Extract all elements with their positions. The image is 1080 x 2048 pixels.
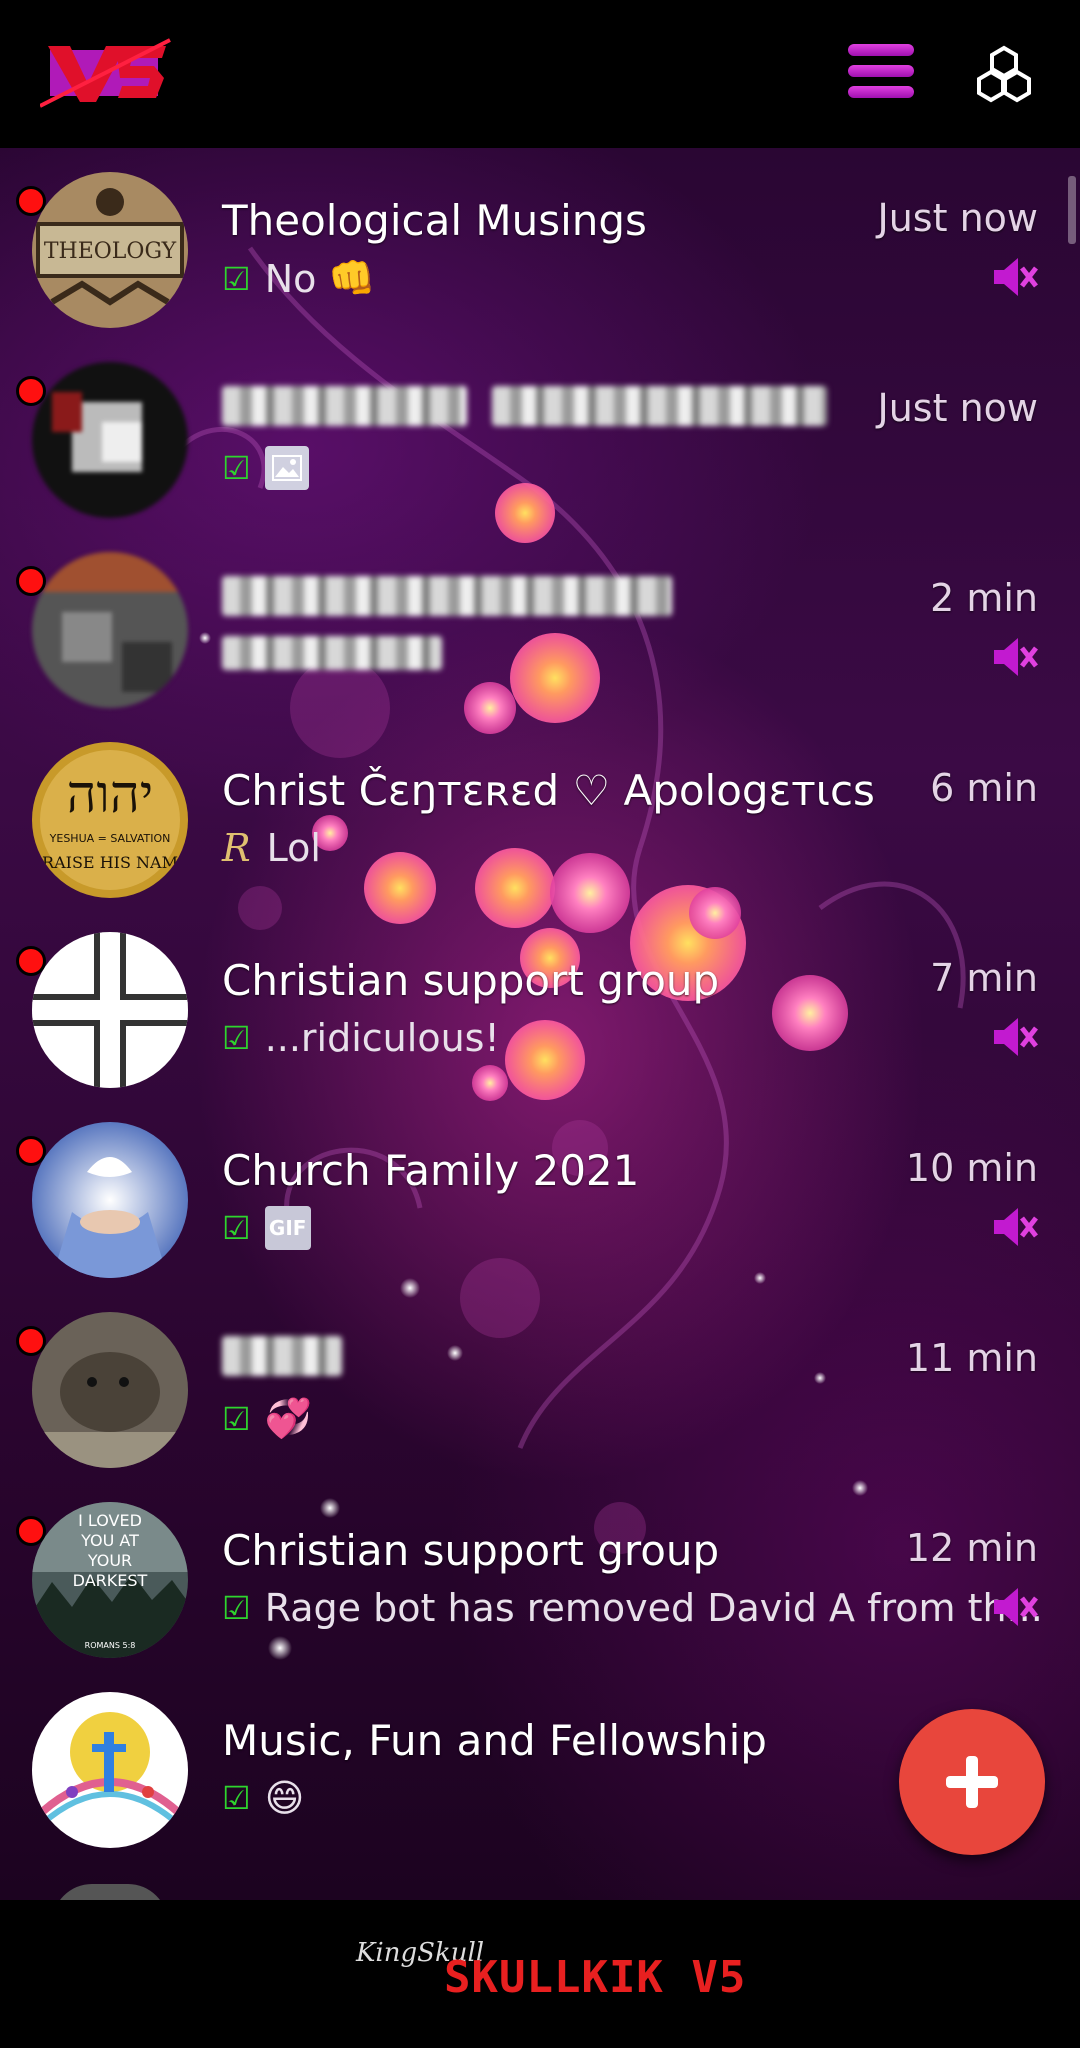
avatar: יהוה YESHUA = SALVATION RAISE HIS NAM (32, 742, 188, 898)
grin-emoji-icon: 😄 (264, 1776, 305, 1820)
avatar: THEOLOGY (32, 172, 188, 328)
chat-time: Just now (877, 386, 1038, 430)
unread-dot (16, 1326, 46, 1356)
chat-time: 11 min (905, 1336, 1038, 1380)
chat-preview: ☑ 💞 (222, 1396, 312, 1441)
chat-row[interactable]: Christian support group 7 min ☑ ...ridic… (0, 908, 1080, 1098)
chat-preview: ☑ ...ridiculous! (222, 1016, 500, 1060)
sent-check-icon: ☑ (222, 449, 251, 487)
gif-badge: GIF (264, 1206, 311, 1250)
unread-dot (16, 1516, 46, 1546)
new-chat-button[interactable]: + (899, 1709, 1045, 1855)
hamburger-menu-icon (848, 44, 914, 98)
chat-preview (222, 636, 442, 670)
fist-emoji-icon: 👊 (328, 256, 376, 300)
muted-speaker-icon (994, 638, 1038, 676)
svg-text:ROMANS 5:8: ROMANS 5:8 (85, 1641, 136, 1650)
chat-time: 12 min (905, 1526, 1038, 1570)
plus-icon (946, 1756, 998, 1808)
bottom-bar: KingSkull SKULLKIK V5 (0, 1900, 1080, 2048)
svg-text:RAISE HIS NAM: RAISE HIS NAM (42, 853, 178, 872)
muted-speaker-icon (994, 1018, 1038, 1056)
chat-time: 7 min (930, 956, 1038, 1000)
chat-row[interactable]: יהוה YESHUA = SALVATION RAISE HIS NAM Ch… (0, 718, 1080, 908)
app-logo[interactable]: V5 (39, 36, 175, 108)
unread-dot (16, 1136, 46, 1166)
sent-check-icon: ☑ (222, 1779, 251, 1817)
chat-title (222, 386, 828, 436)
svg-text:YOU AT: YOU AT (80, 1531, 139, 1550)
chat-preview: ☑ Rage bot has removed David A from th..… (222, 1586, 1043, 1630)
sender-r-icon: R (222, 826, 251, 870)
muted-speaker-icon (994, 1208, 1038, 1246)
svg-text:YOUR: YOUR (87, 1551, 132, 1570)
chat-title (222, 1336, 342, 1386)
avatar (32, 1122, 188, 1278)
chat-row[interactable]: 2 min (0, 528, 1080, 718)
sent-check-icon: ☑ (222, 259, 251, 298)
svg-text:THEOLOGY: THEOLOGY (44, 239, 177, 264)
chat-title: Church Family 2021 (222, 1146, 640, 1195)
chat-title: Christian support group (222, 1526, 720, 1575)
svg-text:I LOVED: I LOVED (78, 1511, 142, 1530)
top-bar: V5 (0, 0, 1080, 148)
unread-dot (16, 946, 46, 976)
chat-title: Christ Čɛŋтɛʀɛd ♡ Apologɛтιcs (222, 766, 875, 815)
chat-row[interactable]: Just now ☑ (0, 338, 1080, 528)
chat-time: 10 min (905, 1146, 1038, 1190)
chat-time: Just now (877, 196, 1038, 240)
chat-preview: ☑ No 👊 (222, 256, 376, 301)
sent-check-icon: ☑ (222, 1399, 251, 1438)
image-icon (264, 446, 309, 490)
muted-speaker-icon (994, 258, 1038, 296)
chat-title: Music, Fun and Fellowship (222, 1716, 767, 1765)
avatar (32, 1312, 188, 1468)
unread-dot (16, 376, 46, 406)
chat-list[interactable]: THEOLOGY Theological Musings Just now ☑ … (0, 148, 1080, 1900)
chat-title: Theological Musings (222, 196, 647, 245)
avatar (32, 362, 188, 518)
sent-check-icon: ☑ (222, 1589, 251, 1627)
chat-time: 6 min (930, 766, 1038, 810)
chat-preview: ☑ GIF (222, 1206, 311, 1250)
svg-text:DARKEST: DARKEST (73, 1571, 148, 1590)
unread-dot (16, 566, 46, 596)
avatar: I LOVED YOU AT YOUR DARKEST ROMANS 5:8 (32, 1502, 188, 1658)
sent-check-icon: ☑ (222, 1209, 251, 1247)
hexagon-cluster-icon (977, 45, 1031, 103)
chat-preview: ☑ 😄 (222, 1776, 304, 1820)
chat-title: Christian support group (222, 956, 720, 1005)
svg-text:יהוה: יהוה (67, 765, 154, 825)
hexagon-cluster-button[interactable] (972, 44, 1036, 108)
avatar (32, 552, 188, 708)
muted-speaker-icon (994, 1588, 1038, 1626)
chat-row[interactable]: THEOLOGY Theological Musings Just now ☑ … (0, 148, 1080, 338)
chat-row[interactable]: I LOVED YOU AT YOUR DARKEST ROMANS 5:8 C… (0, 1478, 1080, 1668)
brand-text: SKULLKIK V5 (444, 1952, 747, 2003)
chat-row[interactable]: Church Family 2021 10 min ☑ GIF (0, 1098, 1080, 1288)
svg-text:YESHUA = SALVATION: YESHUA = SALVATION (49, 832, 171, 845)
hearts-emoji-icon: 💞 (264, 1396, 313, 1440)
avatar (32, 932, 188, 1088)
sent-check-icon: ☑ (222, 1019, 251, 1057)
unread-dot (16, 186, 46, 216)
chat-preview: R Lol (222, 826, 321, 870)
chat-time: 2 min (930, 576, 1038, 620)
menu-button[interactable] (848, 44, 914, 104)
chat-row[interactable]: 11 min ☑ 💞 (0, 1288, 1080, 1478)
chat-title (222, 576, 672, 626)
chat-preview: ☑ (222, 446, 309, 490)
avatar (32, 1692, 188, 1848)
